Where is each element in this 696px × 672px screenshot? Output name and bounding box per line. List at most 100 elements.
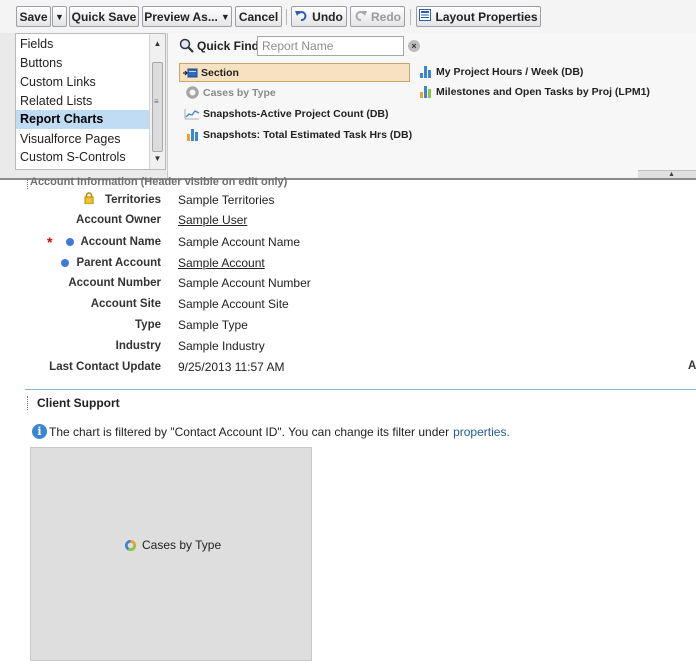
- palette-resize-handle[interactable]: ▲: [638, 170, 696, 178]
- category-related-lists[interactable]: Related Lists: [16, 92, 150, 111]
- field-row-account-site[interactable]: Account Site Sample Account Site: [0, 295, 696, 315]
- quick-find-input[interactable]: [257, 36, 404, 56]
- undo-button[interactable]: Undo: [291, 6, 347, 27]
- report-chart-placeholder[interactable]: Cases by Type: [30, 447, 312, 661]
- page-layout-canvas: Account Information (Header visible on e…: [0, 176, 696, 672]
- save-button-label: Save: [19, 9, 48, 24]
- field-row-parent-account[interactable]: Parent Account Sample Account: [0, 254, 696, 274]
- field-value: Sample Territories: [178, 193, 275, 207]
- bar-chart-icon: [184, 128, 200, 141]
- report-chart-name: Cases by Type: [142, 538, 222, 552]
- field-label: Account Number: [68, 277, 161, 289]
- field-row-territories[interactable]: Territories Sample Territories: [0, 191, 696, 211]
- field-row-account-name[interactable]: * Account Name Sample Account Name: [0, 233, 696, 253]
- lock-icon: [84, 192, 94, 204]
- palette: Fields Buttons Custom Links Related List…: [0, 33, 696, 180]
- chart-filter-info-text: The chart is filtered by "Contact Accoun…: [49, 424, 450, 439]
- preview-as-button[interactable]: Preview As... ▼: [142, 6, 232, 27]
- cancel-label: Cancel: [238, 9, 279, 24]
- field-row-type[interactable]: Type Sample Type: [0, 316, 696, 336]
- chevron-down-icon: ▼: [220, 11, 230, 22]
- field-label: Industry: [115, 340, 161, 352]
- palette-item-my-project-hours-label: My Project Hours / Week (DB): [436, 65, 584, 78]
- field-row-account-number[interactable]: Account Number Sample Account Number: [0, 274, 696, 294]
- field-label: Territories: [104, 194, 161, 206]
- section-header-account-information[interactable]: Account Information (Header visible on e…: [30, 176, 287, 188]
- layout-properties-label: Layout Properties: [435, 9, 538, 24]
- line-chart-icon: [184, 108, 200, 120]
- layout-editor-toolbar: Save ▼ Quick Save Preview As... ▼ Cancel …: [0, 0, 696, 33]
- palette-item-snapshots-active-label: Snapshots-Active Project Count (DB): [203, 107, 389, 120]
- chevron-down-icon: ▼: [55, 11, 64, 22]
- category-visualforce-pages[interactable]: Visualforce Pages: [16, 130, 150, 149]
- save-options-dropdown[interactable]: ▼: [52, 6, 67, 27]
- palette-item-milestones-label: Milestones and Open Tasks by Proj (LPM1): [436, 85, 650, 98]
- field-row-account-owner[interactable]: Account Owner Sample User: [0, 211, 696, 231]
- quick-save-button[interactable]: Quick Save: [69, 6, 139, 27]
- palette-item-cases-by-type[interactable]: Cases by Type: [184, 83, 276, 102]
- field-value: Sample Type: [178, 318, 248, 332]
- preview-as-label: Preview As...: [144, 9, 218, 24]
- palette-item-cases-by-type-label: Cases by Type: [203, 86, 276, 99]
- scroll-down-icon[interactable]: ▼: [150, 151, 165, 166]
- field-value: Sample Industry: [178, 339, 265, 353]
- palette-item-my-project-hours[interactable]: My Project Hours / Week (DB): [417, 62, 583, 81]
- report-chart-label: Cases by Type: [124, 538, 221, 552]
- redo-button[interactable]: Redo: [350, 6, 405, 27]
- field-value: 9/25/2013 11:57 AM: [178, 360, 285, 374]
- field-label: Last Contact Update: [49, 361, 161, 373]
- category-custom-links[interactable]: Custom Links: [16, 73, 150, 92]
- chevron-up-icon: ▲: [668, 171, 675, 178]
- donut-chart-icon: [184, 86, 200, 99]
- clear-search-icon[interactable]: ×: [408, 40, 420, 52]
- redo-icon: [354, 9, 367, 24]
- chart-filter-info: i The chart is filtered by "Contact Acco…: [32, 424, 510, 439]
- scroll-up-icon[interactable]: ▲: [150, 36, 165, 51]
- undo-icon: [295, 9, 308, 24]
- layout-properties-icon: [419, 9, 432, 24]
- category-report-charts[interactable]: Report Charts: [16, 110, 150, 129]
- section-drag-handle[interactable]: [27, 396, 30, 410]
- magnifier-icon: [179, 38, 194, 56]
- save-button[interactable]: Save: [16, 6, 51, 27]
- palette-item-snapshots-total[interactable]: Snapshots: Total Estimated Task Hrs (DB): [184, 125, 412, 144]
- palette-item-snapshots-total-label: Snapshots: Total Estimated Task Hrs (DB): [203, 128, 413, 141]
- palette-item-section[interactable]: Section: [179, 63, 410, 82]
- palette-item-section-label: Section: [201, 66, 239, 79]
- category-custom-s-controls[interactable]: Custom S-Controls: [16, 148, 150, 167]
- palette-item-snapshots-active[interactable]: Snapshots-Active Project Count (DB): [184, 104, 389, 123]
- palette-category-list: Fields Buttons Custom Links Related List…: [15, 33, 166, 170]
- redo-label: Redo: [371, 9, 401, 24]
- field-label: Account Owner: [76, 214, 161, 226]
- quick-save-label: Quick Save: [71, 9, 137, 24]
- category-fields[interactable]: Fields: [16, 35, 150, 54]
- required-dot-icon: [61, 259, 69, 267]
- field-value: Sample Account Name: [178, 235, 301, 249]
- scrollbar-thumb[interactable]: [152, 62, 163, 152]
- palette-item-milestones[interactable]: Milestones and Open Tasks by Proj (LPM1): [417, 82, 650, 101]
- palette-items-panel: Quick Find × Section Cases by Type Snaps…: [167, 33, 696, 178]
- field-value: Sample User: [178, 213, 248, 227]
- required-dot-icon: [66, 238, 74, 246]
- field-value: Sample Account: [178, 256, 265, 270]
- required-asterisk-icon: *: [47, 234, 53, 250]
- field-label: Parent Account: [76, 257, 161, 269]
- right-column-label: A: [688, 360, 696, 372]
- toolbar-divider: [410, 9, 411, 25]
- properties-link[interactable]: properties.: [453, 425, 510, 439]
- field-row-last-contact-update[interactable]: Last Contact Update 9/25/2013 11:57 AM: [0, 358, 696, 378]
- field-label: Account Site: [90, 298, 161, 310]
- section-divider: [25, 389, 696, 390]
- field-label: Account Name: [80, 236, 161, 248]
- category-buttons[interactable]: Buttons: [16, 54, 150, 73]
- field-row-industry[interactable]: Industry Sample Industry: [0, 337, 696, 357]
- section-header-client-support[interactable]: Client Support: [37, 396, 120, 410]
- cancel-button[interactable]: Cancel: [235, 6, 282, 27]
- category-scrollbar[interactable]: ▲ ≡ ▼: [149, 34, 165, 169]
- bar-chart-icon: [417, 65, 433, 78]
- quick-find-label: Quick Find: [197, 39, 260, 53]
- bar-chart-icon: [417, 85, 433, 98]
- field-value: Sample Account Number: [178, 276, 311, 290]
- field-value: Sample Account Site: [178, 297, 289, 311]
- layout-properties-button[interactable]: Layout Properties: [416, 6, 541, 27]
